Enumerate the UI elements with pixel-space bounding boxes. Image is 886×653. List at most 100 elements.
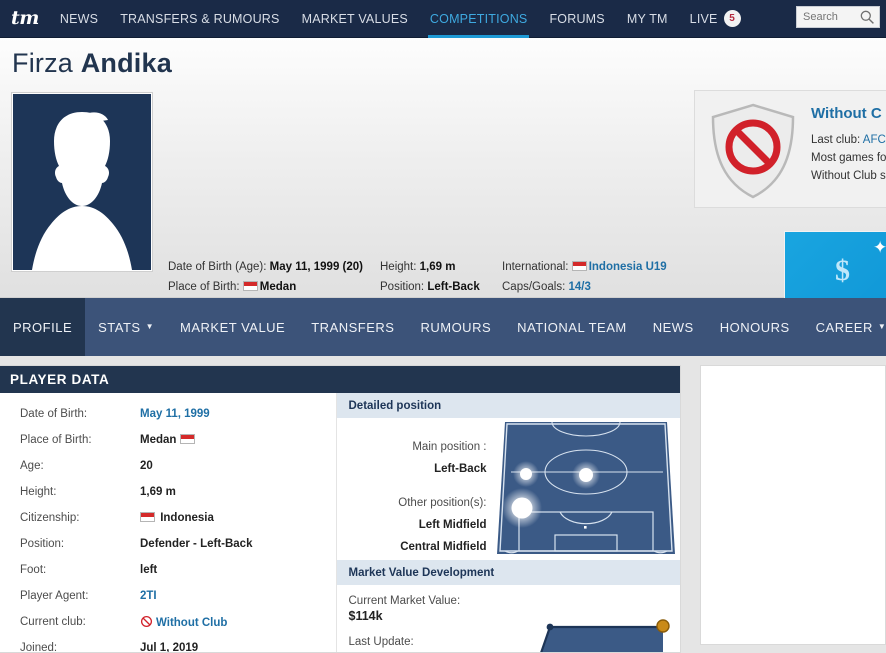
top-navigation-bar: tm NEWS TRANSFERS & RUMOURS MARKET VALUE… [0,0,886,38]
fact-value: May 11, 1999 (20) [269,261,363,273]
nav-item-news[interactable]: NEWS [49,0,109,38]
player-photo [12,93,152,271]
fact-label: Place of Birth: [168,281,240,293]
search-input[interactable] [803,11,859,23]
tab-label: TRANSFERS [311,319,395,335]
fact-height: Height: 1,69 m [380,257,502,277]
player-silhouette-icon [13,94,151,270]
last-club-link[interactable]: AFC [863,134,886,146]
table-row: Joined: Jul 1, 2019 [0,635,336,653]
tab-transfers[interactable]: TRANSFERS [298,298,407,356]
main-position-value: Left-Back [434,463,487,475]
tab-label: STATS [98,319,141,335]
player-section-tabs: PROFILE STATS ▼ MARKET VALUE TRANSFERS R… [0,298,886,356]
caps-goals-link[interactable]: 14/3 [568,281,590,293]
chart-point [546,623,553,631]
fact-label: Caps/Goals: [502,281,566,293]
tab-rumours[interactable]: RUMOURS [407,298,504,356]
tab-career[interactable]: CAREER ▼ [803,298,886,356]
row-label: Citizenship: [20,512,80,524]
market-value-chart[interactable] [477,599,677,653]
fact-place-of-birth: Place of Birth: Medan [168,277,380,297]
table-row: Date of Birth: May 11, 1999 [0,401,336,427]
nav-item-transfers-rumours[interactable]: TRANSFERS & RUMOURS [109,0,290,38]
dollar-icon: $ [835,254,850,287]
last-club-label: Last club: [811,134,863,146]
row-value-joined: Jul 1, 2019 [140,642,199,653]
live-count-badge: 5 [723,10,741,27]
sidebar-panel [700,365,886,645]
without-club-since-row[interactable]: Without Club s [811,167,886,185]
fact-international: International: Indonesia U19 [502,257,732,277]
search-box[interactable] [796,6,880,28]
row-value-current-club[interactable]: Without Club [140,615,227,629]
main-content: PLAYER DATA Date of Birth: May 11, 1999 … [0,356,886,653]
tm-logo[interactable]: tm [0,9,49,28]
tab-honours[interactable]: HONOURS [707,298,803,356]
tab-stats[interactable]: STATS ▼ [85,298,167,356]
indonesia-flag-icon [140,512,155,522]
row-label: Height: [20,486,57,498]
nav-item-market-values[interactable]: MARKET VALUES [291,0,419,38]
fact-date-of-birth: Date of Birth (Age): May 11, 1999 (20) [168,257,380,277]
row-value-age: 20 [140,460,153,472]
tab-label: NEWS [652,319,694,335]
position-text-block: Main position : Left-Back Other position… [337,418,497,560]
row-value-player-agent[interactable]: 2TI [140,590,157,602]
right-sub-column: Detailed position Main position : Left-B… [335,393,681,653]
main-nav-list: NEWS TRANSFERS & RUMOURS MARKET VALUES C… [49,0,752,38]
other-position-2: Central Midfield [400,541,487,553]
chart-point-current [655,619,670,633]
row-label: Date of Birth: [20,408,88,420]
search-icon[interactable] [859,9,875,25]
row-label: Foot: [20,564,47,576]
detailed-position-title: Detailed position [336,393,680,418]
tab-market-value[interactable]: MARKET VALUE [167,298,298,356]
national-team-link[interactable]: Indonesia U19 [589,261,667,273]
market-value-title: Market Value Development [336,560,680,585]
most-games-row: Most games fo [811,152,886,164]
club-name[interactable]: Without C [811,105,886,122]
row-label: Current club: [20,616,86,628]
row-value-citizenship: Indonesia [140,512,214,524]
row-value-position: Defender - Left-Back [140,538,253,550]
row-label: Player Agent: [20,590,89,602]
tab-news[interactable]: NEWS [640,298,707,356]
table-row: Position: Defender - Left-Back [0,531,336,557]
nav-item-competitions[interactable]: COMPETITIONS [419,0,539,38]
fact-label: Date of Birth (Age): [168,261,267,273]
nav-item-forums[interactable]: FORUMS [538,0,615,38]
fact-label: International: [502,261,569,273]
table-row: Foot: left [0,557,336,583]
nav-label: MARKET VALUES [301,11,408,26]
row-value-text: Indonesia [160,512,214,524]
row-label: Age: [20,460,44,472]
market-value-body: Current Market Value: $114k Last Update: [337,585,681,653]
no-club-shield-icon [711,103,795,199]
main-position-label: Main position : [412,441,487,453]
row-value-text: Medan [140,434,177,446]
nav-label: TRANSFERS & RUMOURS [120,11,280,26]
fact-value: Left-Back [427,281,480,293]
football-pitch-diagram [496,407,675,554]
table-row: Age: 20 [0,453,336,479]
indonesia-flag-icon [179,434,195,444]
player-data-table: Date of Birth: May 11, 1999 Place of Bir… [0,393,336,652]
player-data-panel-title: PLAYER DATA [0,366,680,393]
tab-label: RUMOURS [420,319,492,335]
tab-label: HONOURS [719,319,790,335]
fact-label: Height: [380,261,417,273]
player-first-name: Firza [12,48,73,78]
other-position-1: Left Midfield [418,519,487,531]
tab-profile[interactable]: PROFILE [0,298,86,356]
current-club-box: Without C Last club: AFC Most games fo W… [694,90,886,208]
nav-label: COMPETITIONS [429,11,528,26]
row-value-date-of-birth[interactable]: May 11, 1999 [140,408,210,420]
detailed-position-body: Main position : Left-Back Other position… [337,407,681,560]
sparkle-icon: ✦ [873,238,886,257]
tab-national-team[interactable]: NATIONAL TEAM [504,298,640,356]
nav-label: FORUMS [549,11,605,26]
nav-item-my-tm[interactable]: MY TM [616,0,679,38]
table-row: Place of Birth: Medan [0,427,336,453]
nav-item-live[interactable]: LIVE 5 [679,0,752,38]
